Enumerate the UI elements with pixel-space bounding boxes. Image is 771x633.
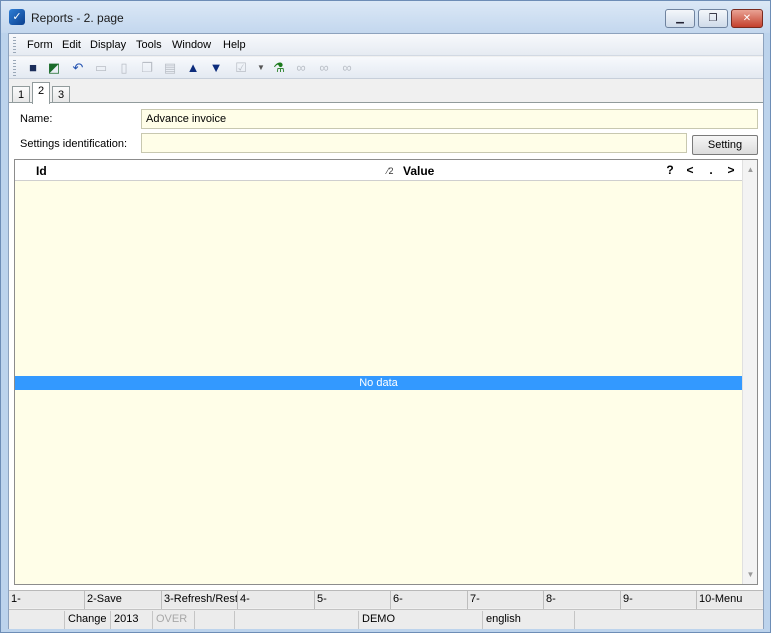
fkey-10-menu[interactable]: 10-Menu [697, 591, 763, 609]
maximize-button[interactable]: ❐ [698, 9, 728, 28]
status-empty-4 [575, 611, 763, 629]
fkey-6[interactable]: 6- [391, 591, 468, 609]
binoculars-icon[interactable]: ∞ [293, 60, 309, 76]
grid-next-button[interactable]: > [722, 163, 740, 178]
column-value[interactable]: Value [403, 164, 434, 178]
window-title: Reports - 2. page [31, 11, 124, 25]
vertical-scrollbar[interactable]: ▲ ▼ [742, 160, 757, 584]
tab-3[interactable]: 3 [52, 86, 70, 103]
find-prev-icon[interactable]: ∞ [316, 60, 332, 76]
status-empty-2 [195, 611, 235, 629]
settings-label: Settings identification: [20, 138, 128, 150]
fkey-5[interactable]: 5- [315, 591, 391, 609]
settings-field[interactable] [141, 133, 687, 153]
fkey-4[interactable]: 4- [238, 591, 315, 609]
filter-icon[interactable]: ⚗ [271, 60, 287, 76]
arrow-up-icon[interactable]: ▲ [185, 60, 201, 76]
status-overwrite: OVER [153, 611, 195, 629]
fkey-2-save[interactable]: 2-Save [85, 591, 162, 609]
setting-button[interactable]: Setting [692, 135, 758, 155]
form-page: Name: Advance invoice Settings identific… [9, 102, 763, 602]
tab-2[interactable]: 2 [32, 82, 50, 104]
menu-help[interactable]: Help [223, 39, 246, 51]
fkey-3-refresh[interactable]: 3-Refresh/Restore [162, 591, 238, 609]
menu-grip [13, 37, 16, 53]
menu-window[interactable]: Window [172, 39, 211, 51]
title-bar[interactable]: ✓ Reports - 2. page ▁ ❐ ✕ [1, 1, 770, 33]
status-mode: Change [65, 611, 111, 629]
status-database: DEMO [359, 611, 483, 629]
menu-tools[interactable]: Tools [136, 39, 162, 51]
close-button[interactable]: ✕ [731, 9, 763, 28]
no-data-row: No data [15, 376, 742, 390]
app-window: ✓ Reports - 2. page ▁ ❐ ✕ Form Edit Disp… [0, 0, 771, 633]
status-empty-3 [235, 611, 359, 629]
grid-header: Id ⁄2 Value ? < . > [15, 160, 742, 181]
window-client: Form Edit Display Tools Window Help ■ ◩ … [8, 33, 764, 629]
dropdown-icon[interactable]: ▼ [253, 60, 269, 76]
menu-bar: Form Edit Display Tools Window Help [9, 34, 763, 56]
app-logo-icon: ✓ [9, 9, 25, 25]
status-bar: Change 2013 OVER DEMO english [9, 609, 763, 629]
fkey-9[interactable]: 9- [621, 591, 697, 609]
check-icon[interactable]: ☑ [233, 60, 249, 76]
undo-icon[interactable]: ↶ [70, 60, 86, 76]
menu-edit[interactable]: Edit [62, 39, 81, 51]
save-icon[interactable]: ■ [25, 60, 41, 76]
status-year: 2013 [111, 611, 153, 629]
column-id[interactable]: Id [36, 164, 47, 178]
data-grid: Id ⁄2 Value ? < . > No data ▲ ▼ [14, 159, 758, 585]
open-icon[interactable]: ▭ [93, 60, 109, 76]
grid-help-button[interactable]: ? [661, 163, 679, 178]
minimize-button[interactable]: ▁ [665, 9, 695, 28]
grid-dot-button[interactable]: . [702, 163, 720, 178]
toolbar: ■ ◩ ↶ ▭ ▯ ❐ ▤ ▲ ▼ ☑ ▼ ⚗ ∞ ∞ ∞ [9, 57, 763, 79]
tab-strip: 1 2 3 [9, 82, 763, 104]
new-icon[interactable]: ▯ [116, 60, 132, 76]
menu-form[interactable]: Form [27, 39, 53, 51]
fkey-8[interactable]: 8- [544, 591, 621, 609]
grid-prev-button[interactable]: < [681, 163, 699, 178]
status-language: english [483, 611, 575, 629]
fkey-1[interactable]: 1- [9, 591, 85, 609]
toolbar-grip [13, 60, 16, 76]
scroll-down-icon[interactable]: ▼ [743, 567, 758, 582]
book-icon[interactable]: ▤ [162, 60, 178, 76]
sort-indicator: ⁄2 [387, 166, 394, 176]
arrow-down-icon[interactable]: ▼ [208, 60, 224, 76]
tab-1[interactable]: 1 [12, 86, 30, 103]
name-field[interactable]: Advance invoice [141, 109, 758, 129]
status-empty-1 [9, 611, 65, 629]
find-next-icon[interactable]: ∞ [339, 60, 355, 76]
copy-icon[interactable]: ❐ [139, 60, 155, 76]
save-close-icon[interactable]: ◩ [46, 60, 62, 76]
name-label: Name: [20, 113, 53, 125]
function-key-bar: 1- 2-Save 3-Refresh/Restore 4- 5- 6- 7- … [9, 590, 763, 609]
menu-display[interactable]: Display [90, 39, 126, 51]
scroll-up-icon[interactable]: ▲ [743, 162, 758, 177]
fkey-7[interactable]: 7- [468, 591, 544, 609]
